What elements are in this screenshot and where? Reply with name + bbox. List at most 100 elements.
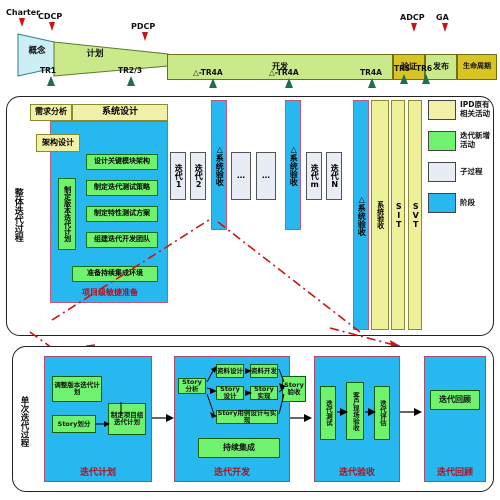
checkpoint-label: Charter — [6, 8, 41, 17]
checkpoint-label: PDCP — [131, 22, 156, 31]
legend-label: 阶段 — [460, 197, 475, 207]
tr-marker-1: TR1 — [40, 66, 56, 86]
activity-key-module-arch[interactable]: 设计关键模块架构 — [86, 154, 158, 170]
tr-pin-icon — [422, 74, 430, 84]
legend-item-stage: 阶段 — [428, 193, 494, 213]
box-story-split[interactable]: Story划分 — [52, 415, 96, 433]
arrow-dev-to-acceptance — [290, 414, 312, 422]
tr-pin-icon — [127, 76, 135, 86]
checkpoint-label: ADCP — [400, 13, 425, 22]
tr-pin-icon — [209, 78, 217, 88]
section-title: 迭代验收 — [338, 468, 375, 478]
tr-label: TR4A — [360, 68, 382, 77]
column-iteration-n[interactable]: 迭代N — [326, 152, 342, 200]
box-story-case-design-impl[interactable]: Story用例设计与实现 — [216, 410, 278, 424]
arrow-plan-to-dev — [152, 414, 174, 422]
tr-label: TR6 — [416, 64, 433, 73]
section-title: 迭代开发 — [213, 468, 250, 478]
single-iteration-side-label: 单次迭代过程 — [18, 395, 29, 447]
activity-iteration-test-strategy[interactable]: 制定迭代测试策略 — [86, 180, 158, 196]
column-ellipsis-2: … — [256, 152, 276, 200]
legend-label: 迭代新增活动 — [460, 131, 490, 149]
tr-marker-5: TR4A — [360, 68, 382, 88]
tr-marker-7: TR6 — [416, 64, 432, 84]
phase-concept-label: 概念 — [28, 45, 46, 56]
project-agile-prep-caption: 项目级敏捷准备 — [82, 287, 138, 297]
box-material-design[interactable]: 资料设计 — [216, 364, 244, 378]
checkpoint-pin-icon — [442, 23, 448, 32]
checkpoint-ga: GA — [436, 13, 449, 32]
architecture-design-box[interactable]: 架构设计 — [36, 134, 80, 152]
box-customer-onsite-acceptance[interactable]: 客户现场验收 — [346, 382, 364, 440]
phase-lifecycle: 生命周期 — [457, 54, 497, 80]
legend-label: IPD原有相关活动 — [460, 100, 490, 118]
tr-label: △-TR4A — [269, 68, 299, 77]
column-ellipsis-1: … — [231, 152, 251, 200]
checkpoint-pin-icon — [411, 23, 417, 32]
checkpoint-label: CDCP — [38, 12, 63, 21]
legend-label: 子过程 — [460, 166, 483, 176]
section-iteration-retrospective: 迭代回顾 — [424, 356, 486, 482]
tr-marker-6: TR5 — [394, 64, 410, 84]
column-system-acceptance-1[interactable]: △系统验收 — [211, 100, 227, 230]
diagram-canvas: Charter CDCP PDCP ADCP GA 概念 计划 开发 验证 发布… — [0, 0, 500, 500]
checkpoint-pin-icon — [19, 18, 25, 27]
tr-pin-icon — [47, 76, 55, 86]
box-iteration-test[interactable]: 迭代测试 — [320, 386, 336, 440]
box-story-implementation[interactable]: Story实现 — [250, 386, 278, 400]
activity-build-iteration-team[interactable]: 组建迭代开发团队 — [86, 232, 158, 248]
system-design-box[interactable]: 系统设计 — [72, 104, 168, 121]
section-title: 迭代计划 — [79, 468, 116, 478]
legend-item-ipd: IPD原有相关活动 — [428, 100, 494, 120]
legend-swatch-ipd — [428, 100, 456, 120]
phase-release-label: 发布 — [433, 61, 449, 71]
column-svt[interactable]: SVT — [408, 100, 422, 330]
legend-swatch-subprocess — [428, 162, 456, 182]
legend-item-subprocess: 子过程 — [428, 162, 494, 182]
version-iteration-plan-box[interactable]: 制定版本迭代计划 — [58, 178, 76, 250]
timeline-section: Charter CDCP PDCP ADCP GA 概念 计划 开发 验证 发布… — [0, 0, 500, 92]
tr-label: TR1 — [40, 66, 57, 75]
box-iteration-retrospective[interactable]: 迭代回顾 — [430, 390, 480, 410]
arrow-acceptance-to-retro — [400, 408, 422, 416]
box-adjust-version-plan[interactable]: 调整版本迭代计划 — [52, 376, 102, 402]
checkpoint-charter: Charter — [6, 8, 40, 27]
tr-label: △-TR4A — [193, 68, 223, 77]
box-story-acceptance[interactable]: Story验收 — [282, 376, 306, 402]
legend-swatch-stage — [428, 193, 456, 213]
overall-process-side-label: 整体迭代过程 — [12, 188, 23, 242]
checkpoint-cdcp: CDCP — [38, 12, 62, 31]
requirements-analysis-box[interactable]: 需求分析 — [30, 104, 72, 121]
tr-marker-2: TR2/3 — [118, 66, 142, 86]
box-story-analysis[interactable]: Story分析 — [178, 378, 206, 394]
tr-pin-icon — [400, 74, 408, 84]
column-system-acceptance-2[interactable]: △系统验收 — [285, 100, 301, 230]
box-continuous-integration[interactable]: 持续集成 — [198, 438, 280, 458]
column-system-acceptance-ipd[interactable]: 系统验收 — [371, 100, 389, 330]
box-story-design[interactable]: Story设计 — [216, 386, 244, 400]
legend: IPD原有相关活动 迭代新增活动 子过程 阶段 — [428, 100, 494, 270]
tr-label: TR2/3 — [118, 66, 143, 75]
activity-ci-environment[interactable]: 准备持续集成环境 — [72, 266, 158, 282]
column-system-acceptance-3[interactable]: △系统验收 — [353, 100, 369, 330]
tr-label: TR5 — [394, 64, 411, 73]
column-iteration-2[interactable]: 迭代2 — [190, 152, 206, 200]
tr-pin-icon — [368, 78, 376, 88]
checkpoint-label: GA — [436, 13, 449, 22]
tr-pin-icon — [285, 78, 293, 88]
box-material-development[interactable]: 资料开发 — [250, 364, 278, 378]
column-iteration-m[interactable]: 迭代m — [306, 152, 322, 200]
phase-plan-label: 计划 — [86, 48, 104, 59]
box-iteration-evaluation[interactable]: 迭代评估 — [374, 386, 390, 440]
column-sit[interactable]: SIT — [391, 100, 405, 330]
activity-feature-test-plan[interactable]: 制定特性测试方案 — [86, 206, 158, 222]
column-iteration-1[interactable]: 迭代1 — [170, 152, 186, 200]
legend-swatch-new-activity — [428, 131, 456, 151]
section-title: 迭代回顾 — [436, 468, 473, 478]
box-project-team-iteration-plan[interactable]: 制定项目组迭代计划 — [108, 403, 146, 435]
tr-marker-3: △-TR4A — [193, 68, 223, 88]
phase-lifecycle-label: 生命周期 — [463, 62, 491, 71]
tr-marker-4: △-TR4A — [269, 68, 299, 88]
legend-item-new-activity: 迭代新增活动 — [428, 131, 494, 151]
checkpoint-adcp: ADCP — [400, 13, 425, 32]
